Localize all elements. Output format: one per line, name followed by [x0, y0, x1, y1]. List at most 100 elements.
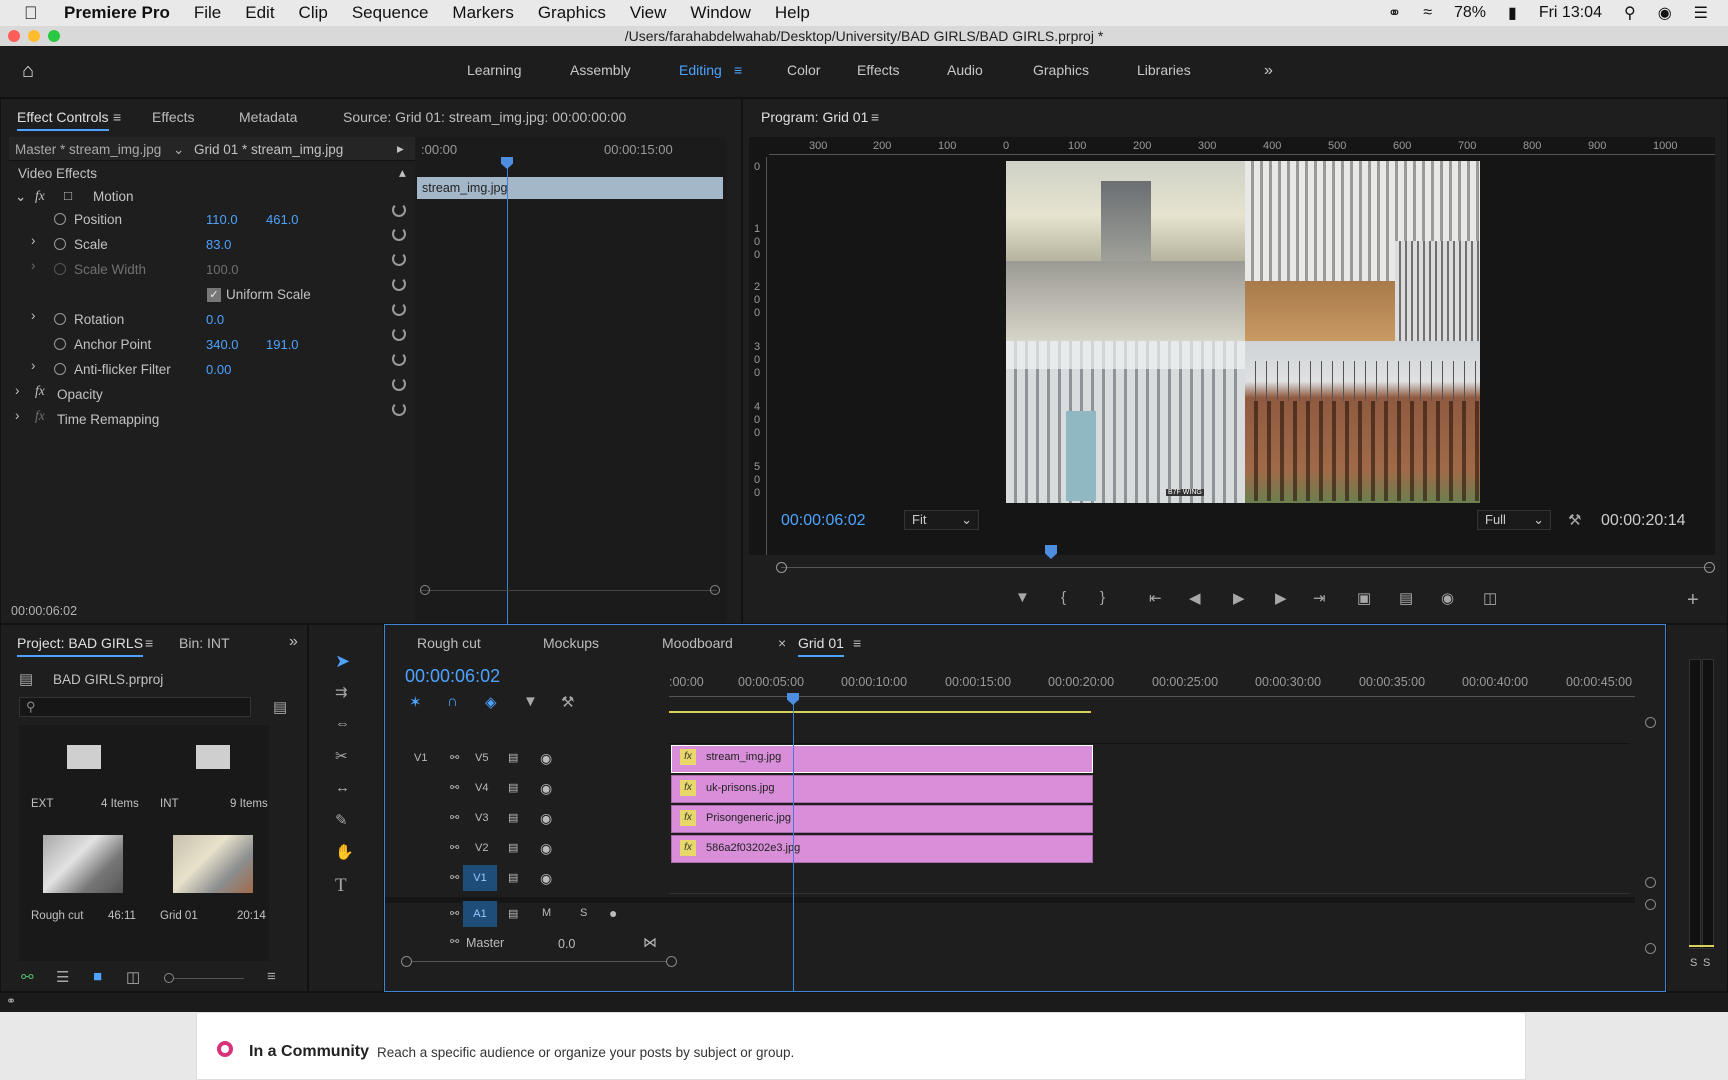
workspace-color[interactable]: Color [787, 62, 820, 78]
position-y[interactable]: 461.0 [266, 212, 299, 227]
status-icon[interactable]: ⚭ [6, 994, 16, 1008]
project-search-input[interactable]: ⚲ [19, 697, 251, 717]
expand-scale-width-icon[interactable]: › [31, 258, 36, 273]
menu-file[interactable]: File [194, 3, 221, 23]
timeline-playhead-handle[interactable] [787, 693, 799, 705]
app-name[interactable]: Premiere Pro [64, 3, 170, 23]
source-patch-v1[interactable]: V1 [414, 752, 427, 764]
eye-icon[interactable]: ◉ [540, 840, 552, 857]
expand-rotation-icon[interactable]: › [31, 308, 36, 323]
stopwatch-icon[interactable] [54, 238, 66, 250]
menu-sequence[interactable]: Sequence [352, 3, 429, 23]
mute-a1-button[interactable]: M [542, 907, 551, 919]
track-name-v5[interactable]: V5 [475, 752, 488, 764]
control-center-icon[interactable]: ☰ [1694, 3, 1708, 23]
tab-effect-controls[interactable]: Effect Controls [17, 109, 109, 131]
v-scroll-handle-bottom[interactable] [1645, 877, 1656, 888]
ec-scrollbar[interactable] [421, 590, 717, 591]
add-marker-icon[interactable]: ▼ [1015, 589, 1030, 606]
freeform-view-icon[interactable]: ◫ [126, 968, 140, 986]
battery-percent[interactable]: 78% [1454, 4, 1486, 22]
anchor-x[interactable]: 340.0 [206, 337, 239, 352]
reset-icon[interactable] [392, 227, 406, 241]
comparison-view-icon[interactable]: ◫ [1483, 589, 1497, 607]
ec-timecode[interactable]: 00:00:06:02 [11, 604, 77, 618]
close-tab-icon[interactable]: × [778, 635, 786, 651]
wifi-icon[interactable]: ≈ [1423, 4, 1432, 22]
expand-opacity-icon[interactable]: › [15, 383, 20, 398]
lock-icon[interactable]: ⚯ [450, 811, 459, 824]
eye-icon[interactable]: ◉ [540, 810, 552, 827]
program-menu-icon[interactable]: ≡ [871, 109, 879, 125]
project-menu-icon[interactable]: ≡ [145, 635, 153, 651]
position-x[interactable]: 110.0 [206, 212, 238, 227]
rotation-value[interactable]: 0.0 [206, 312, 224, 327]
workspace-libraries[interactable]: Libraries [1137, 62, 1191, 78]
new-search-bin-icon[interactable]: ▤ [273, 698, 287, 716]
lock-icon[interactable]: ⚯ [21, 968, 34, 986]
go-to-in-icon[interactable]: ⇤ [1149, 589, 1162, 607]
h-scroll-handle-right[interactable] [666, 956, 677, 967]
eye-icon[interactable]: ◉ [540, 750, 552, 767]
a-scroll-handle-bottom[interactable] [1645, 943, 1656, 954]
zoom-slider[interactable] [174, 978, 244, 979]
hand-tool-icon[interactable]: ✋ [335, 843, 354, 861]
timeline-ruler[interactable]: :00:00 00:00:05:00 00:00:10:00 00:00:15:… [669, 673, 1635, 697]
ec-scroll-handle-left[interactable] [420, 585, 430, 595]
mark-in-icon[interactable]: { [1061, 589, 1066, 606]
reset-icon[interactable] [392, 277, 406, 291]
snap-icon[interactable]: ∩ [447, 693, 458, 710]
expand-motion-icon[interactable]: ⌄ [15, 189, 26, 205]
expand-antiflicker-icon[interactable]: › [31, 358, 36, 373]
ripple-edit-tool-icon[interactable]: ⇔ [335, 715, 350, 732]
program-timecode[interactable]: 00:00:06:02 [781, 512, 866, 530]
workspace-editing[interactable]: Editing [679, 62, 722, 78]
battery-icon[interactable]: ▮ [1508, 3, 1517, 23]
reset-icon[interactable] [392, 327, 406, 341]
ec-scroll-handle-right[interactable] [710, 585, 720, 595]
add-marker-icon[interactable]: ▼ [523, 693, 538, 710]
solo-right-button[interactable]: S [1703, 957, 1710, 969]
lock-icon[interactable]: ⚯ [450, 907, 459, 920]
master-volume[interactable]: 0.0 [558, 937, 575, 951]
anchor-y[interactable]: 191.0 [266, 337, 299, 352]
track-name-v4[interactable]: V4 [475, 782, 488, 794]
stopwatch-icon[interactable] [54, 363, 66, 375]
clip-prisongeneric[interactable]: fx Prisongeneric.jpg [671, 805, 1093, 833]
lock-icon[interactable]: ⚯ [450, 751, 459, 764]
ec-playhead[interactable] [507, 159, 508, 679]
zoom-level-select[interactable]: Fit ⌄ [904, 510, 979, 530]
scale-value[interactable]: 83.0 [206, 237, 231, 252]
icon-view-icon[interactable]: ■ [93, 968, 102, 985]
slip-tool-icon[interactable]: ↔ [335, 779, 350, 796]
siri-icon[interactable]: ◉ [1658, 3, 1672, 23]
reset-icon[interactable] [392, 203, 406, 217]
button-editor-icon[interactable]: + [1687, 589, 1699, 612]
scrubber-end-handle[interactable] [1704, 562, 1715, 573]
close-window-button[interactable] [8, 30, 20, 42]
workspace-effects[interactable]: Effects [857, 62, 900, 78]
v-scroll-handle-top[interactable] [1645, 717, 1656, 728]
work-area-bar[interactable] [669, 711, 1091, 713]
tab-metadata[interactable]: Metadata [239, 109, 297, 125]
list-view-icon[interactable]: ☰ [56, 968, 69, 986]
workspace-graphics[interactable]: Graphics [1033, 62, 1089, 78]
creative-cloud-icon[interactable]: ⚭ [1388, 3, 1401, 23]
apple-icon[interactable]:  [24, 3, 44, 24]
reset-icon[interactable] [392, 402, 406, 416]
ec-clip-bar[interactable]: stream_img.jpg [417, 177, 723, 199]
timeline-settings-icon[interactable]: ⚒ [561, 693, 574, 711]
extract-icon[interactable]: ▤ [1399, 589, 1413, 607]
tab-moodboard[interactable]: Moodboard [662, 635, 733, 651]
community-title[interactable]: In a Community [249, 1043, 369, 1061]
lock-icon[interactable]: ⚯ [450, 935, 459, 948]
reset-icon[interactable] [392, 377, 406, 391]
export-frame-icon[interactable]: ◉ [1441, 589, 1454, 607]
pen-tool-icon[interactable]: ✎ [335, 811, 348, 829]
step-forward-icon[interactable]: ▶ [1275, 589, 1287, 607]
selection-tool-icon[interactable]: ➤ [335, 651, 350, 672]
step-back-icon[interactable]: ◀ [1189, 589, 1201, 607]
reset-icon[interactable] [392, 352, 406, 366]
razor-tool-icon[interactable]: ✂ [335, 747, 348, 765]
tab-project[interactable]: Project: BAD GIRLS [17, 635, 144, 657]
